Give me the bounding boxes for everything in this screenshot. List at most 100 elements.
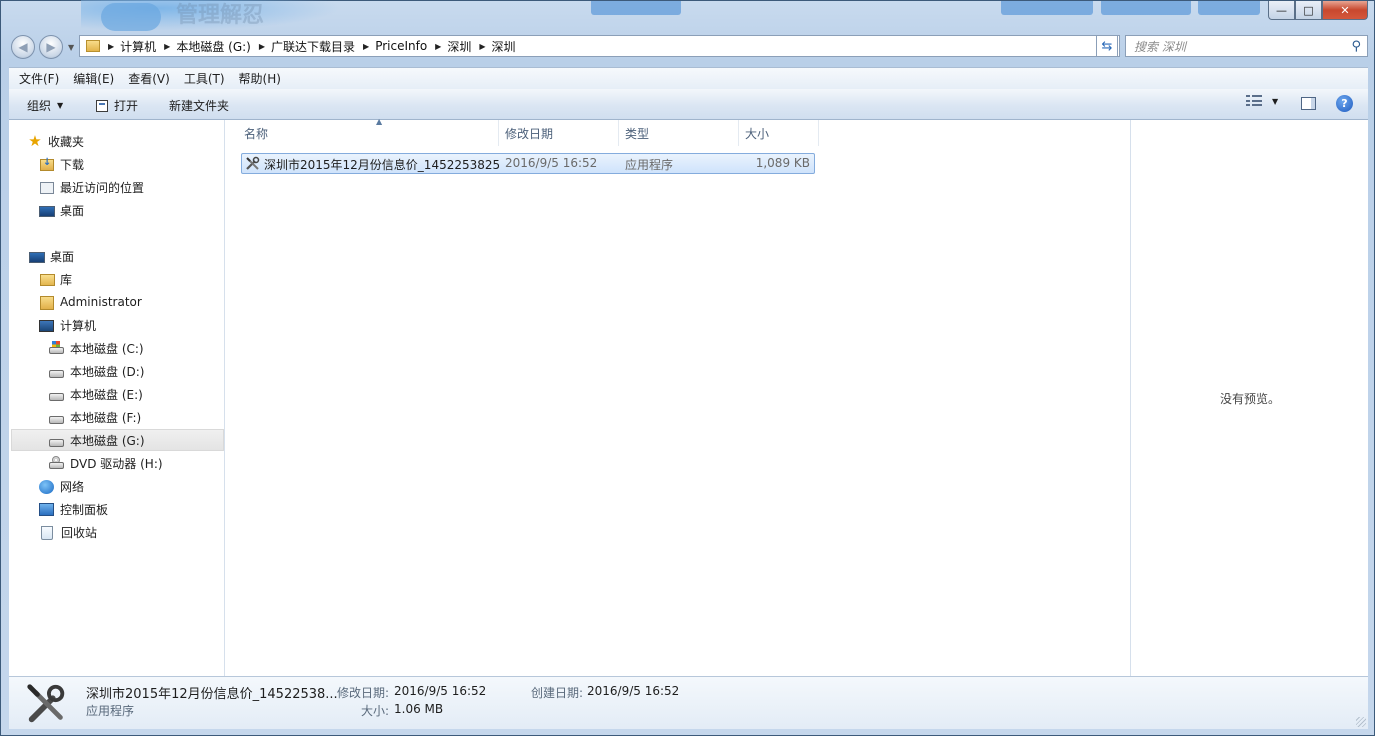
- preview-pane-button[interactable]: [1301, 97, 1316, 110]
- nav-computer[interactable]: 计算机: [39, 315, 96, 335]
- nav-recent-places[interactable]: 最近访问的位置: [39, 177, 144, 197]
- open-button[interactable]: 打开: [96, 97, 138, 114]
- nav-network[interactable]: 网络: [39, 476, 84, 496]
- system-drive-icon: [49, 341, 64, 355]
- back-arrow-icon: ◀: [18, 40, 28, 54]
- search-input[interactable]: 搜索 深圳 ⚲: [1125, 35, 1368, 57]
- refresh-button[interactable]: ⇆: [1096, 35, 1118, 57]
- organize-button[interactable]: 组织 ▼: [27, 97, 63, 114]
- library-icon: [40, 274, 55, 286]
- column-header-size[interactable]: 大小: [739, 120, 819, 146]
- close-button[interactable]: ✕: [1322, 1, 1368, 20]
- breadcrumb-separator-icon[interactable]: ▶: [479, 42, 485, 51]
- title-bar[interactable]: 管理解忍 — □ ✕: [1, 0, 1374, 31]
- address-bar[interactable]: ▶ 计算机 ▶ 本地磁盘 (G:) ▶ 广联达下载目录 ▶ PriceInfo …: [79, 35, 1120, 57]
- nav-label: 网络: [60, 479, 85, 494]
- menu-view[interactable]: 查看(V): [128, 70, 170, 87]
- nav-drive-g[interactable]: 本地磁盘 (G:): [11, 429, 224, 451]
- title-background-tab: [1001, 1, 1093, 15]
- column-header-modified[interactable]: 修改日期: [499, 120, 619, 146]
- maximize-button[interactable]: □: [1295, 1, 1322, 20]
- column-label: 修改日期: [505, 126, 554, 141]
- title-background-tab: [1101, 1, 1191, 15]
- open-icon: [96, 99, 108, 112]
- nav-recycle-bin[interactable]: 回收站: [39, 522, 97, 542]
- menu-file[interactable]: 文件(F): [19, 70, 59, 87]
- forward-arrow-icon: ▶: [46, 40, 56, 54]
- column-label: 大小: [745, 126, 770, 141]
- nav-desktop[interactable]: 桌面: [29, 246, 74, 266]
- navigation-row: ◀ ▶ ▼ ▶ 计算机 ▶ 本地磁盘 (G:) ▶ 广联达下载目录 ▶ Pric…: [1, 34, 1374, 60]
- desktop-icon: [29, 251, 45, 263]
- menu-edit[interactable]: 编辑(E): [73, 70, 114, 87]
- breadcrumb-separator-icon[interactable]: ▶: [164, 42, 170, 51]
- modified-value: 2016/9/5 16:52: [394, 684, 487, 698]
- nav-downloads[interactable]: 下载: [39, 154, 84, 174]
- downloads-folder-icon: [40, 157, 54, 171]
- menu-tools[interactable]: 工具(T): [184, 70, 225, 87]
- file-modified: 2016/9/5 16:52: [505, 156, 598, 170]
- breadcrumb-separator-icon[interactable]: ▶: [363, 42, 369, 51]
- maximize-icon: □: [1303, 3, 1314, 17]
- nav-user-folder[interactable]: Administrator: [39, 292, 142, 312]
- minimize-icon: —: [1276, 3, 1287, 17]
- nav-dvd-drive[interactable]: DVD 驱动器 (H:): [49, 453, 163, 473]
- nav-drive-d[interactable]: 本地磁盘 (D:): [49, 361, 144, 381]
- breadcrumb-separator-icon[interactable]: ▶: [435, 42, 441, 51]
- computer-icon: [39, 319, 54, 332]
- nav-desktop-favorite[interactable]: 桌面: [39, 200, 84, 220]
- breadcrumb-drive-g[interactable]: 本地磁盘 (G:): [176, 38, 251, 55]
- file-size: 1,089 KB: [755, 156, 810, 170]
- nav-label: 本地磁盘 (F:): [70, 410, 142, 425]
- nav-favorites[interactable]: ★ 收藏夹: [27, 131, 84, 151]
- breadcrumb-download-dir[interactable]: 广联达下载目录: [271, 38, 355, 55]
- nav-drive-e[interactable]: 本地磁盘 (E:): [49, 384, 143, 404]
- selected-file-name: 深圳市2015年12月份信息价_14522538...: [86, 687, 338, 702]
- table-row[interactable]: 深圳市2015年12月份信息价_1452253825 2016/9/5 16:5…: [241, 153, 815, 174]
- breadcrumb-priceinfo[interactable]: PriceInfo: [375, 39, 427, 53]
- menu-help[interactable]: 帮助(H): [239, 70, 281, 87]
- nav-libraries[interactable]: 库: [39, 269, 72, 289]
- details-view-icon: [1246, 95, 1262, 107]
- recent-places-icon: [40, 182, 54, 194]
- breadcrumb: ▶ 计算机 ▶ 本地磁盘 (G:) ▶ 广联达下载目录 ▶ PriceInfo …: [106, 36, 522, 56]
- drive-icon: [49, 415, 64, 424]
- nav-control-panel[interactable]: 控制面板: [39, 499, 108, 519]
- column-label: 类型: [625, 126, 650, 141]
- search-icon[interactable]: ⚲: [1351, 39, 1361, 54]
- title-background-art: 管理解忍: [81, 0, 341, 31]
- nav-label: 计算机: [60, 318, 97, 333]
- nav-label: 桌面: [50, 249, 75, 264]
- nav-label: Administrator: [60, 295, 142, 309]
- drive-icon: [49, 438, 64, 447]
- drive-icon: [49, 369, 64, 378]
- breadcrumb-separator-icon[interactable]: ▶: [108, 42, 114, 51]
- nav-drive-c[interactable]: 本地磁盘 (C:): [49, 338, 144, 358]
- recent-pages-dropdown[interactable]: ▼: [68, 43, 74, 52]
- change-view-button[interactable]: ▼: [1246, 95, 1278, 107]
- breadcrumb-separator-icon[interactable]: ▶: [259, 42, 265, 51]
- breadcrumb-computer[interactable]: 计算机: [120, 38, 156, 55]
- back-button[interactable]: ◀: [11, 35, 35, 59]
- column-header-type[interactable]: 类型: [619, 120, 739, 146]
- column-header-name[interactable]: 名称 ▲: [238, 117, 499, 146]
- title-background-tab: [591, 1, 681, 15]
- breadcrumb-shenzhen[interactable]: 深圳: [447, 38, 471, 55]
- title-background-tab: [1198, 1, 1260, 15]
- new-folder-button[interactable]: 新建文件夹: [169, 97, 229, 114]
- breadcrumb-shenzhen-current[interactable]: 深圳: [492, 38, 516, 55]
- forward-button[interactable]: ▶: [39, 35, 63, 59]
- nav-label: 下载: [60, 157, 85, 172]
- minimize-button[interactable]: —: [1268, 1, 1295, 20]
- created-label: 创建日期:: [531, 686, 584, 700]
- size-label: 大小:: [361, 704, 390, 718]
- resize-grip[interactable]: [1356, 717, 1366, 727]
- explorer-window: 管理解忍 — □ ✕ ◀ ▶ ▼ ▶ 计算机 ▶ 本地磁盘 (G:) ▶ 广联达…: [0, 0, 1375, 736]
- content-area: ★ 收藏夹 下载 最近访问的位置 桌面 桌面 库: [9, 117, 1368, 676]
- nav-label: 本地磁盘 (E:): [70, 387, 143, 402]
- nav-label: 库: [60, 272, 73, 287]
- nav-label: 最近访问的位置: [60, 180, 145, 195]
- nav-drive-f[interactable]: 本地磁盘 (F:): [49, 407, 141, 427]
- nav-label: 本地磁盘 (C:): [70, 341, 144, 356]
- help-button[interactable]: ?: [1336, 95, 1353, 112]
